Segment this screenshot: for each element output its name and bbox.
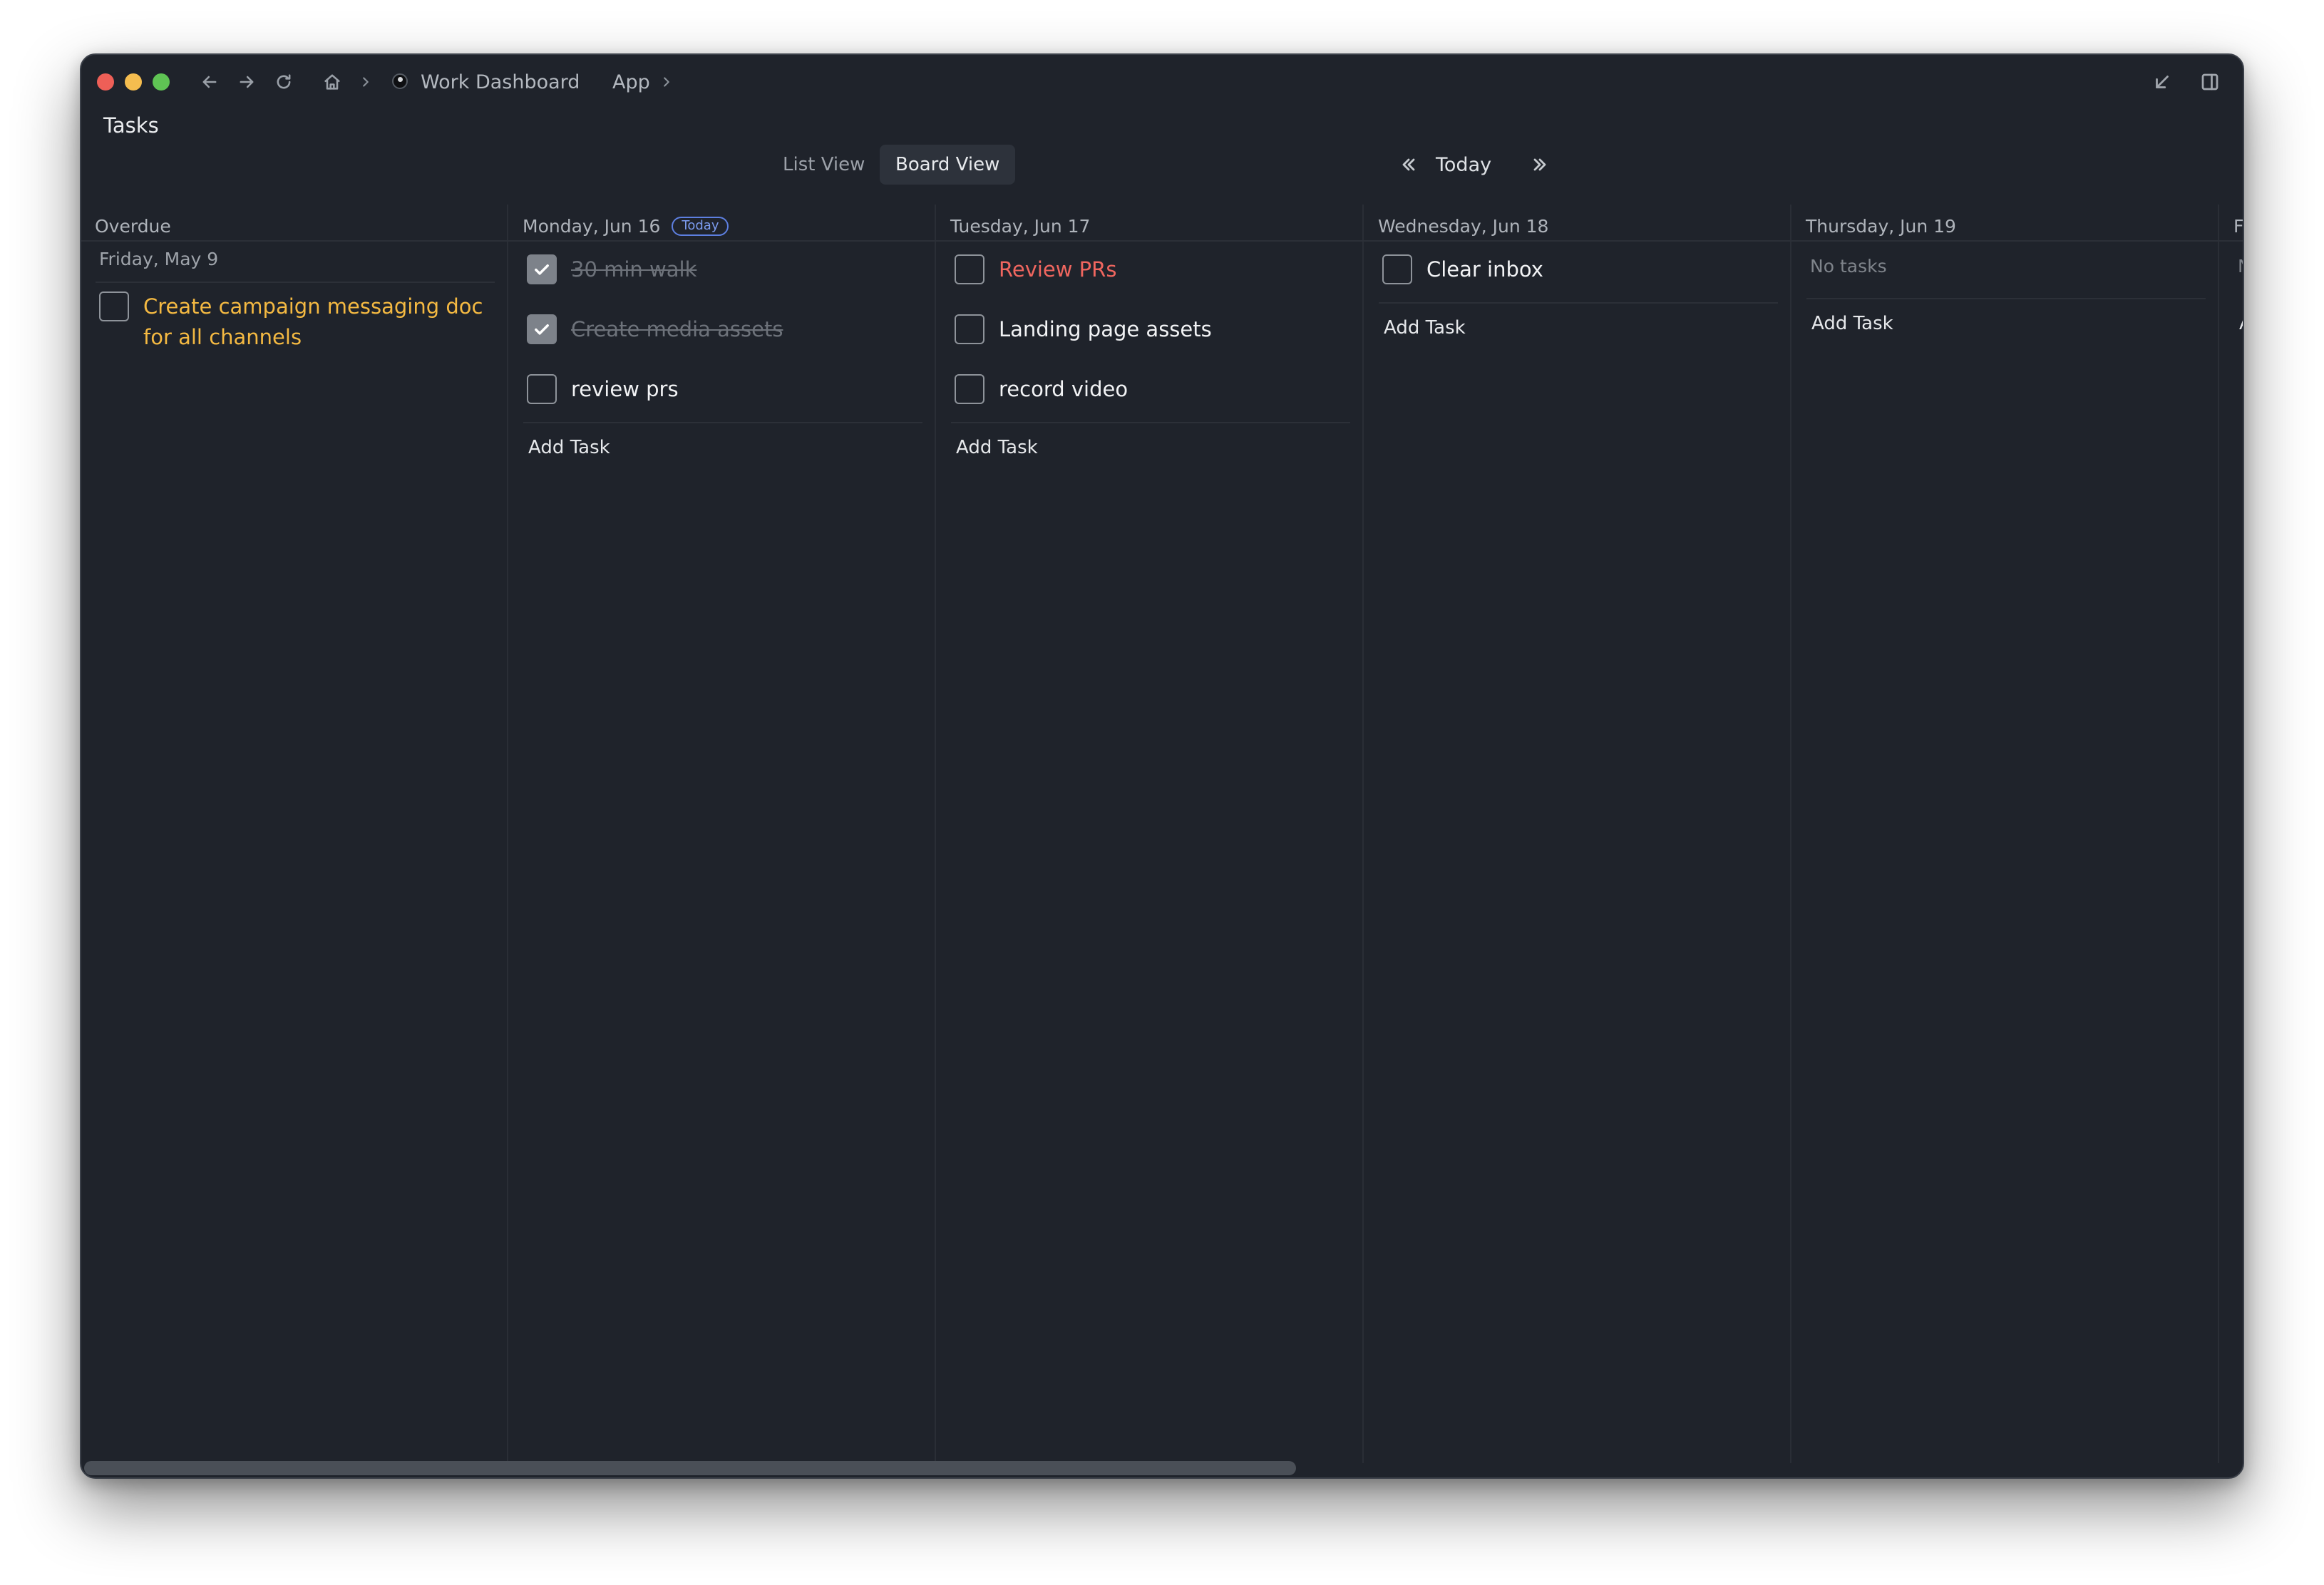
task-checkbox[interactable]: [955, 254, 984, 284]
close-window-button[interactable]: [97, 73, 114, 91]
page-title: Tasks: [103, 113, 159, 138]
forward-arrow-icon[interactable]: [232, 68, 261, 96]
board-view-tab[interactable]: Board View: [880, 145, 1016, 185]
breadcrumb-separator-icon: [358, 68, 374, 96]
task-item[interactable]: Review PRs: [955, 254, 1116, 284]
add-task-button[interactable]: Add Task: [1384, 317, 1466, 339]
task-checkbox[interactable]: [527, 314, 557, 344]
back-arrow-icon[interactable]: [195, 68, 224, 96]
task-checkbox[interactable]: [1382, 254, 1412, 284]
task-title[interactable]: Landing page assets: [999, 314, 1212, 344]
task-title[interactable]: record video: [999, 374, 1128, 404]
task-item[interactable]: review prs: [527, 374, 679, 404]
title-bar: Work Dashboard App: [81, 55, 2243, 109]
horizontal-scrollbar[interactable]: [84, 1461, 1296, 1475]
column-divider: [2218, 205, 2219, 1463]
column-header-overdue: Overdue: [95, 215, 171, 237]
column-header-wednesday: Wednesday, Jun 18: [1378, 215, 1549, 237]
task-list-divider: [523, 422, 922, 423]
task-checkbox[interactable]: [955, 314, 984, 344]
previous-week-icon[interactable]: [1393, 145, 1424, 185]
empty-state-text: No tasks: [1810, 256, 1887, 277]
minimize-window-button[interactable]: [125, 73, 142, 91]
task-title[interactable]: 30 min walk: [571, 254, 696, 284]
workspace-logo-icon: [392, 73, 408, 89]
today-badge: Today: [672, 216, 729, 236]
task-item[interactable]: Landing page assets: [955, 314, 1212, 344]
column-title: Monday, Jun 16: [523, 215, 661, 237]
task-item[interactable]: Create media assets: [527, 314, 783, 344]
maximize-window-button[interactable]: [153, 73, 170, 91]
next-week-icon[interactable]: [1524, 145, 1556, 185]
task-item[interactable]: 30 min walk: [527, 254, 696, 284]
group-divider: [96, 282, 495, 283]
column-header-tuesday: Tuesday, Jun 17: [950, 215, 1091, 237]
empty-state-text: N: [2238, 256, 2243, 277]
column-divider: [1362, 205, 1364, 1463]
add-task-button[interactable]: Add Task: [1811, 313, 1893, 334]
task-item[interactable]: Clear inbox: [1382, 254, 1543, 284]
add-task-button[interactable]: Add Task: [528, 437, 610, 458]
column-header-thursday: Thursday, Jun 19: [1806, 215, 1956, 237]
task-checkbox[interactable]: [527, 374, 557, 404]
task-item[interactable]: Create campaign messaging doc for all ch…: [99, 291, 484, 353]
task-checkbox[interactable]: [955, 374, 984, 404]
app-window: Work Dashboard App Tasks List View Board…: [80, 53, 2244, 1479]
column-divider: [935, 205, 936, 1463]
checkmark-icon: [535, 324, 549, 335]
task-checkbox[interactable]: [527, 254, 557, 284]
reload-icon[interactable]: [269, 68, 298, 96]
breadcrumb-workspace[interactable]: Work Dashboard: [421, 68, 580, 96]
task-title[interactable]: review prs: [571, 374, 679, 404]
list-view-tab[interactable]: List View: [767, 145, 880, 185]
task-title[interactable]: Create campaign messaging doc for all ch…: [143, 291, 484, 353]
home-icon[interactable]: [318, 68, 346, 96]
add-task-button[interactable]: A: [2239, 313, 2243, 334]
task-list-divider: [1806, 298, 2206, 299]
add-task-button[interactable]: Add Task: [956, 437, 1038, 458]
task-item[interactable]: record video: [955, 374, 1128, 404]
sidebar-toggle-icon[interactable]: [2196, 68, 2224, 96]
task-checkbox[interactable]: [99, 291, 129, 321]
breadcrumb-page[interactable]: App: [612, 68, 650, 96]
task-title[interactable]: Create media assets: [571, 314, 783, 344]
group-label-date: Friday, May 9: [99, 249, 219, 269]
today-button[interactable]: Today: [1436, 145, 1491, 185]
column-divider: [1790, 205, 1791, 1463]
column-header-friday: F: [2233, 215, 2244, 237]
column-header-monday: Monday, Jun 16 Today: [523, 205, 729, 247]
column-divider: [507, 205, 508, 1463]
breadcrumb-separator-icon: [659, 68, 674, 96]
collapse-arrow-icon[interactable]: [2148, 68, 2176, 96]
task-list-divider: [1379, 302, 1778, 304]
task-title[interactable]: Review PRs: [999, 254, 1116, 284]
checkmark-icon: [535, 264, 549, 275]
task-list-divider: [951, 422, 1350, 423]
task-title[interactable]: Clear inbox: [1426, 254, 1543, 284]
